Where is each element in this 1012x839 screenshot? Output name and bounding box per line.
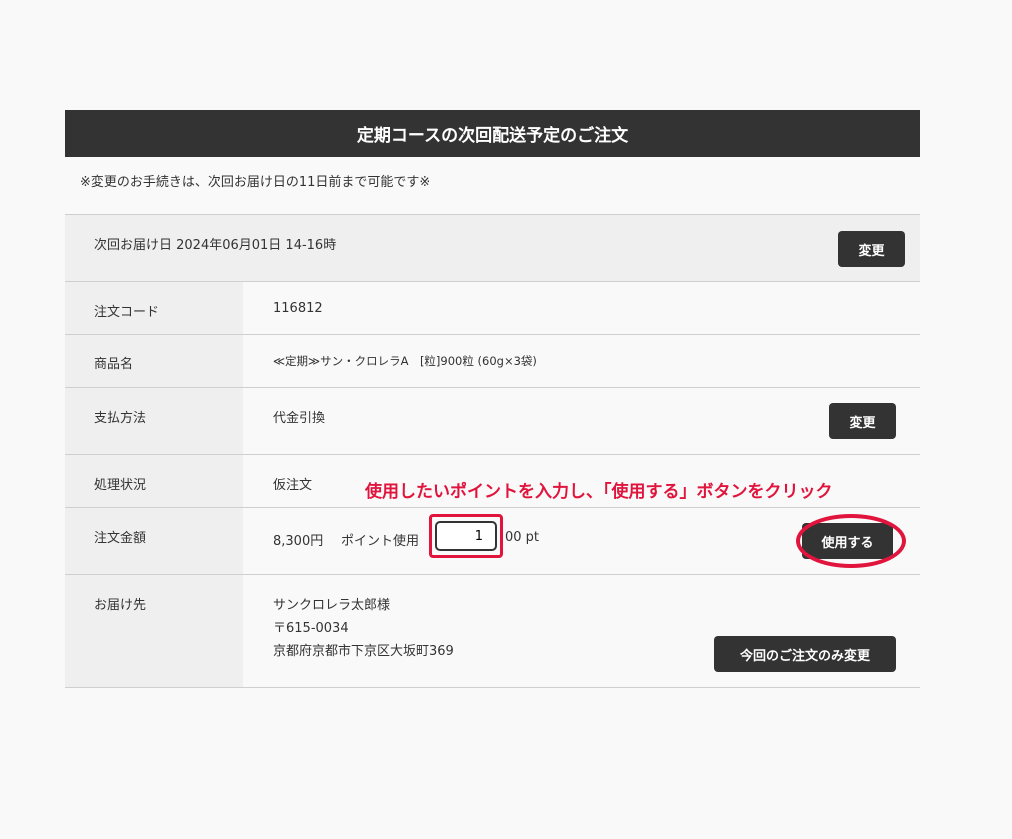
- payment-change-button[interactable]: 変更: [829, 403, 896, 439]
- order-code-label: 注文コード: [65, 282, 243, 334]
- order-code-value: 116812: [243, 282, 920, 334]
- point-unit: 00 pt: [505, 530, 540, 545]
- use-points-button[interactable]: 使用する: [802, 523, 893, 559]
- product-label: 商品名: [65, 335, 243, 387]
- status-label: 処理状況: [65, 455, 243, 507]
- payment-value: 代金引換: [243, 388, 920, 454]
- order-code-row: 注文コード 116812: [65, 282, 920, 335]
- order-panel: 定期コースの次回配送予定のご注文 ※変更のお手続きは、次回お届け日の11日前まで…: [65, 110, 920, 688]
- address-label: お届け先: [65, 575, 243, 687]
- panel-title: 定期コースの次回配送予定のご注文: [65, 110, 920, 157]
- delivery-change-button[interactable]: 変更: [838, 231, 905, 267]
- payment-label: 支払方法: [65, 388, 243, 454]
- recipient-name: サンクロレラ太郎様: [273, 598, 391, 613]
- next-delivery-date: 次回お届け日 2024年06月01日 14-16時: [94, 238, 337, 253]
- product-value: ≪定期≫サン・クロレラA [粒]900粒 (60g×3袋): [243, 335, 920, 387]
- product-row: 商品名 ≪定期≫サン・クロレラA [粒]900粒 (60g×3袋): [65, 335, 920, 388]
- point-input[interactable]: [435, 521, 497, 551]
- change-deadline-notice: ※変更のお手続きは、次回お届け日の11日前まで可能です※: [65, 157, 920, 214]
- point-use-label: ポイント使用: [341, 534, 420, 549]
- instruction-annotation: 使用したいポイントを入力し、「使用する」ボタンをクリック: [365, 482, 833, 502]
- amount-label: 注文金額: [65, 508, 243, 574]
- order-amount: 8,300円: [273, 534, 324, 549]
- next-delivery-row: 次回お届け日 2024年06月01日 14-16時 変更: [65, 214, 920, 282]
- payment-row: 支払方法 代金引換: [65, 388, 920, 455]
- change-this-order-button[interactable]: 今回のご注文のみ変更: [714, 636, 896, 672]
